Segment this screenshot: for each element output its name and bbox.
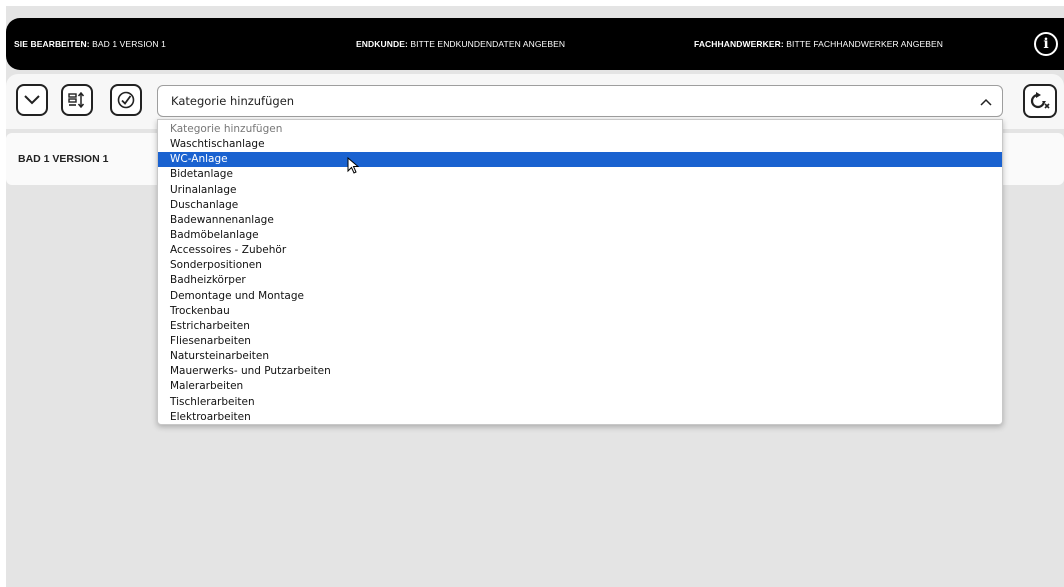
refresh-icon xyxy=(1030,92,1050,109)
mouse-cursor-icon xyxy=(347,157,359,174)
dropdown-option[interactable]: Badewannenanlage xyxy=(158,213,1002,228)
category-select-value: Kategorie hinzufügen xyxy=(171,94,295,108)
dropdown-option[interactable]: Malerarbeiten xyxy=(158,379,1002,394)
room-title: BAD 1 VERSION 1 xyxy=(18,153,109,165)
refresh-button[interactable] xyxy=(1023,84,1057,118)
dropdown-option[interactable]: Elektroarbeiten xyxy=(158,410,1002,425)
editing-value: BAD 1 VERSION 1 xyxy=(92,39,166,49)
chevron-down-icon xyxy=(24,95,40,105)
info-icon[interactable]: i xyxy=(1034,32,1058,56)
dropdown-option[interactable]: Badmöbelanlage xyxy=(158,228,1002,243)
dropdown-option[interactable]: Fliesenarbeiten xyxy=(158,334,1002,349)
dropdown-option[interactable]: Trockenbau xyxy=(158,304,1002,319)
dropdown-option[interactable]: Demontage und Montage xyxy=(158,289,1002,304)
header-bar: SIE BEARBEITEN: BAD 1 VERSION 1 ENDKUNDE… xyxy=(6,18,1064,70)
customer-info[interactable]: ENDKUNDE: BITTE ENDKUNDENDATEN ANGEBEN xyxy=(356,18,565,70)
dropdown-option[interactable]: Natursteinarbeiten xyxy=(158,349,1002,364)
dropdown-option[interactable]: Mauerwerks- und Putzarbeiten xyxy=(158,364,1002,379)
editing-label: SIE BEARBEITEN: xyxy=(14,39,90,49)
check-button[interactable] xyxy=(110,84,142,116)
dropdown-option[interactable]: Sonderpositionen xyxy=(158,258,1002,273)
collapse-button[interactable] xyxy=(16,84,48,116)
dropdown-option[interactable]: Estricharbeiten xyxy=(158,319,1002,334)
dropdown-option[interactable]: Waschtischanlage xyxy=(158,137,1002,152)
customer-value[interactable]: BITTE ENDKUNDENDATEN ANGEBEN xyxy=(410,39,565,49)
dropdown-option-placeholder: Kategorie hinzufügen xyxy=(170,123,283,135)
dropdown-option[interactable]: Tischlerarbeiten xyxy=(158,395,1002,410)
customer-label: ENDKUNDE: xyxy=(356,39,408,49)
dropdown-option[interactable]: WC-Anlage xyxy=(158,152,1002,168)
check-circle-icon xyxy=(117,91,135,109)
dropdown-option[interactable]: Badheizkörper xyxy=(158,273,1002,288)
dropdown-option[interactable]: Accessoires - Zubehör xyxy=(158,243,1002,258)
sort-button[interactable] xyxy=(61,84,93,116)
craftsman-info[interactable]: FACHHANDWERKER: BITTE FACHHANDWERKER ANG… xyxy=(694,18,943,70)
dropdown-option[interactable]: Bidetanlage xyxy=(158,167,1002,182)
dropdown-option[interactable]: Urinalanlage xyxy=(158,183,1002,198)
sort-list-icon xyxy=(68,92,85,108)
craftsman-value[interactable]: BITTE FACHHANDWERKER ANGEBEN xyxy=(786,39,943,49)
category-dropdown-list[interactable]: Kategorie hinzufügen Waschtischanlage WC-A… xyxy=(157,119,1003,425)
editing-info: SIE BEARBEITEN: BAD 1 VERSION 1 xyxy=(14,18,166,70)
category-select[interactable]: Kategorie hinzufügen xyxy=(157,85,1003,117)
dropdown-option[interactable]: Duschanlage xyxy=(158,198,1002,213)
craftsman-label: FACHHANDWERKER: xyxy=(694,39,784,49)
chevron-up-icon xyxy=(980,86,992,116)
